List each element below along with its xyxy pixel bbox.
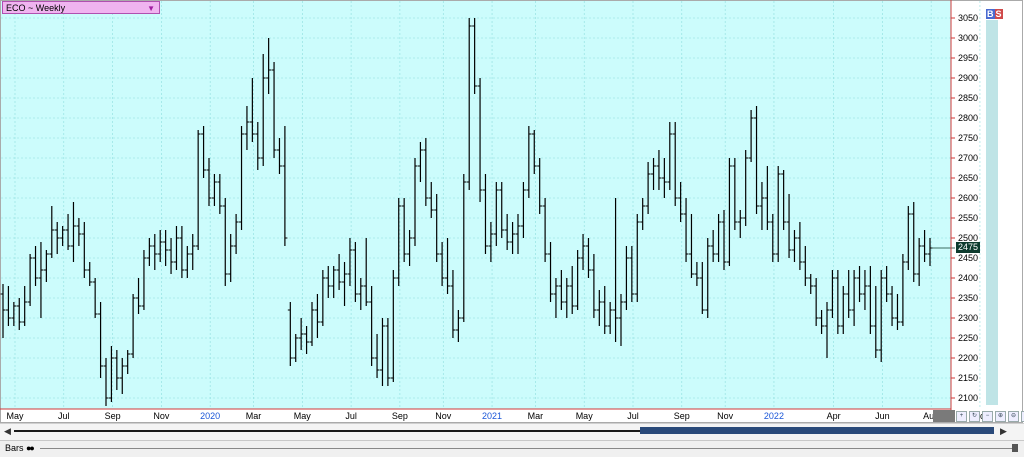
y-tick-label: 2600 [958, 193, 978, 203]
remove-icon[interactable]: ⊖ [1008, 411, 1019, 422]
y-tick-label: 2750 [958, 133, 978, 143]
x-tick-label: Jul [58, 411, 70, 421]
symbol-title-dropdown[interactable]: ECO ~ Weekly ▼ [2, 1, 160, 14]
chart-type-bar: Bars ●● [0, 440, 1024, 457]
chart-type-label[interactable]: Bars [5, 443, 24, 453]
time-scrollbar[interactable]: ◀ ▶ [0, 423, 1024, 440]
x-tick-label: Jul [627, 411, 639, 421]
dropdown-caret-icon: ▼ [147, 4, 155, 13]
x-tick-label: Nov [153, 411, 170, 421]
y-tick-label: 2700 [958, 153, 978, 163]
y-tick-label: 2950 [958, 53, 978, 63]
y-tick-label: 2100 [958, 393, 978, 403]
x-tick-label: Sep [105, 411, 121, 421]
right-scrollbar[interactable] [986, 20, 998, 405]
scroll-thumb[interactable] [640, 427, 994, 434]
buy-sell-badge[interactable]: B S [986, 9, 1003, 19]
y-tick-label: 2300 [958, 313, 978, 323]
x-tick-label: Mar [246, 411, 262, 421]
y-tick-label: 2350 [958, 293, 978, 303]
plot-background [1, 1, 951, 409]
x-tick-label: Sep [674, 411, 690, 421]
y-tick-label: 2200 [958, 353, 978, 363]
y-tick-label: 3050 [958, 13, 978, 23]
add-icon[interactable]: ⊕ [995, 411, 1006, 422]
x-tick-label: Nov [435, 411, 452, 421]
y-tick-label: 2850 [958, 93, 978, 103]
x-tick-label: May [6, 411, 24, 421]
link-icon[interactable]: ●● [26, 443, 35, 453]
scroll-left-icon[interactable]: ◀ [4, 426, 11, 437]
x-tick-label: 2021 [482, 411, 502, 421]
y-tick-label: 2800 [958, 113, 978, 123]
y-tick-label: 2250 [958, 333, 978, 343]
y-tick-label: 2450 [958, 253, 978, 263]
zoom-out-icon[interactable]: − [982, 411, 993, 422]
bars-track [40, 448, 1017, 449]
toolbar-gray-block [933, 410, 955, 422]
scroll-right-icon[interactable]: ▶ [1000, 426, 1007, 437]
bars-handle[interactable] [1012, 444, 1018, 452]
x-tick-label: Sep [392, 411, 408, 421]
refresh-icon[interactable]: ↻ [969, 411, 980, 422]
symbol-title: ECO ~ Weekly [6, 3, 66, 13]
x-tick-label: May [576, 411, 594, 421]
y-tick-label: 2550 [958, 213, 978, 223]
zoom-in-icon[interactable]: + [956, 411, 967, 422]
y-tick-label: 2650 [958, 173, 978, 183]
x-tick-label: 2020 [200, 411, 220, 421]
y-tick-label: 2400 [958, 273, 978, 283]
y-tick-label: 3000 [958, 33, 978, 43]
time-axis-labels: May Jul Sep Nov 2020 Mar May Jul Sep Nov 2021 Mar Ma… [6, 411, 987, 421]
x-tick-label: Nov [717, 411, 734, 421]
x-tick-label: May [294, 411, 312, 421]
buy-label: B [986, 9, 995, 19]
x-tick-label: Mar [528, 411, 544, 421]
sell-label: S [994, 9, 1003, 19]
last-price-label: 2475 [956, 242, 980, 253]
x-tick-label: Jul [345, 411, 357, 421]
price-chart[interactable]: 2100215022002250230023502400245025002550… [0, 0, 1024, 456]
chart-toolbar: + ↻ − ⊕ ⊖ ⤢ [956, 411, 1024, 422]
x-tick-label: 2022 [764, 411, 784, 421]
x-tick-label: Apr [827, 411, 841, 421]
y-tick-label: 2900 [958, 73, 978, 83]
x-tick-label: Jun [875, 411, 890, 421]
y-tick-label: 2150 [958, 373, 978, 383]
